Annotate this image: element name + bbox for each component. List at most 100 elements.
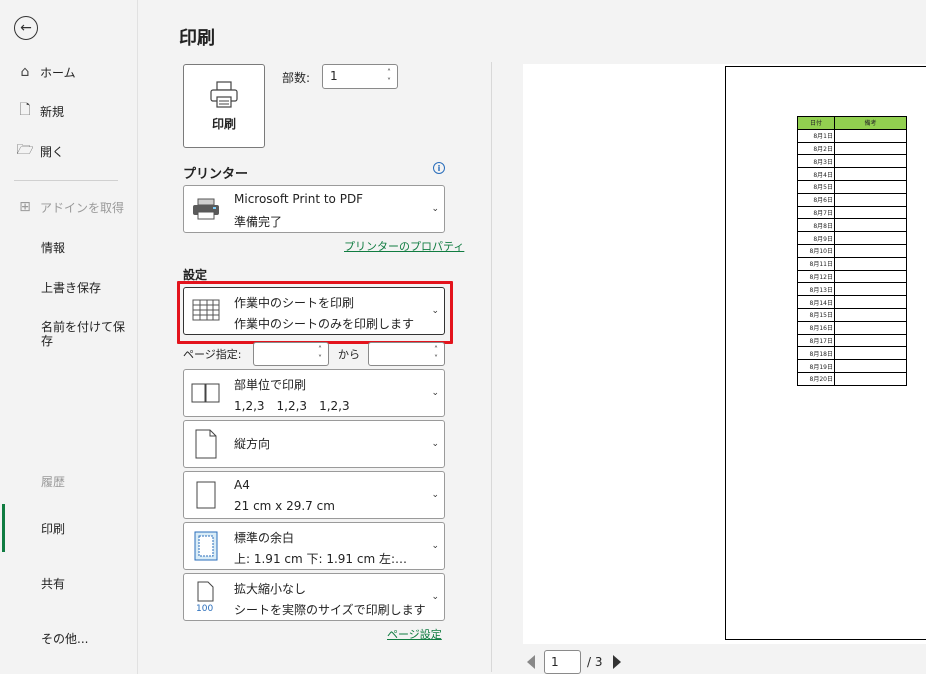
date-cell: 8月7日 [797,205,835,220]
sidebar-item-label: 情報 [41,240,66,255]
current-page-input[interactable]: 1 [544,650,581,674]
margins-subtitle: 上: 1.91 cm 下: 1.91 cm 左:… [234,552,408,566]
collate-dropdown[interactable]: 部単位で印刷 1,2,3 1,2,3 1,2,3 ⌄ [183,369,445,417]
sidebar-item-label: 履歴 [41,474,66,489]
print-button-label: 印刷 [211,116,236,131]
sidebar-item-label: 上書き保存 [41,280,102,295]
table-row: 8月15日 [797,307,907,322]
table-row: 8月16日 [797,320,907,335]
table-row: 8月5日 [797,179,907,194]
stepper-arrows-icon[interactable]: ˄ ˅ [315,343,325,365]
notes-cell [834,141,907,156]
table-row: 8月13日 [797,282,907,297]
notes-cell [834,359,907,373]
sidebar-separator [14,180,118,181]
date-cell: 8月20日 [797,371,835,386]
table-row: 8月4日 [797,167,907,181]
date-cell: 8月6日 [797,192,835,207]
date-cell: 8月1日 [797,128,835,143]
paper-size-title: A4 [234,478,250,492]
margins-title: 標準の余白 [234,531,295,545]
scaling-dropdown[interactable]: 100 拡大縮小なし シートを実際のサイズで印刷します ⌄ [183,573,445,621]
chevron-down-icon: ⌄ [431,592,439,602]
notes-cell [834,269,907,284]
stepper-arrows-icon[interactable]: ˄ ˅ [431,343,441,365]
portrait-page-icon [189,421,223,467]
sidebar-item-print[interactable]: 印刷 [0,504,137,552]
next-page-icon[interactable] [612,655,621,669]
sidebar-item-label: 開く [40,144,65,159]
paper-size-dropdown[interactable]: A4 21 cm x 29.7 cm ⌄ [183,471,445,519]
notes-cell [834,154,907,169]
date-cell: 8月18日 [797,346,835,361]
sidebar-item-more[interactable]: その他... [0,624,137,652]
date-cell: 8月10日 [797,243,835,258]
previous-page-icon[interactable] [527,655,535,669]
print-button[interactable]: 印刷 [183,64,265,148]
home-icon: ⌂ [20,64,30,80]
sidebar-item-label: 印刷 [41,521,66,536]
printer-heading: プリンター [183,167,249,182]
date-cell: 8月3日 [797,154,835,169]
sidebar-item-save[interactable]: 上書き保存 [0,273,137,301]
date-cell: 8月11日 [797,256,835,271]
table-row: 8月1日 [797,128,907,143]
total-pages: / 3 [587,655,603,669]
margins-dropdown[interactable]: 標準の余白 上: 1.91 cm 下: 1.91 cm 左:… ⌄ [183,522,445,570]
date-cell: 8月2日 [797,141,835,156]
table-row: 8月18日 [797,346,907,361]
page-to-input[interactable]: ˄ ˅ [368,342,445,366]
table-row: 8月19日 [797,359,907,373]
table-row: 8月12日 [797,269,907,284]
table-row: 8月20日 [797,371,907,386]
printer-name: Microsoft Print to PDF [234,192,364,206]
date-cell: 8月8日 [797,218,835,233]
sidebar-item-home[interactable]: ⌂ ホーム [0,58,137,86]
date-cell: 8月16日 [797,320,835,335]
chevron-down-icon: ⌄ [431,204,439,214]
notes-cell [834,320,907,335]
date-cell: 8月17日 [797,333,835,348]
highlight-box [177,281,453,344]
collate-subtitle: 1,2,3 1,2,3 1,2,3 [234,399,350,413]
sidebar-item-label: その他... [41,631,89,646]
notes-cell [834,371,907,386]
chevron-down-icon: ⌄ [431,388,439,398]
info-icon[interactable]: i [433,162,445,174]
scaling-subtitle: シートを実際のサイズで印刷します [234,603,426,617]
sidebar-item-open[interactable]: 🗁 開く [0,137,137,165]
notes-cell [834,333,907,348]
page-setup-link[interactable]: ページ設定 [387,626,442,642]
sidebar-item-label: アドインを取得 [40,200,125,215]
notes-cell [834,307,907,322]
sidebar-item-new[interactable]: 🗋 新規 [0,97,137,125]
svg-text:100: 100 [196,604,213,613]
copies-stepper[interactable]: 1 ˄ ˅ [322,64,398,89]
table-row: 8月7日 [797,205,907,220]
table-row: 8月6日 [797,192,907,207]
notes-cell [834,205,907,220]
back-arrow-icon[interactable]: ← [14,16,38,40]
printer-dropdown[interactable]: Microsoft Print to PDF 準備完了 ⌄ [183,185,445,233]
orientation-dropdown[interactable]: 縦方向 ⌄ [183,420,445,468]
table-row: 8月14日 [797,295,907,309]
table-row: 8月2日 [797,141,907,156]
table-row: 8月8日 [797,218,907,233]
chevron-down-icon: ⌄ [431,490,439,500]
printer-device-icon [189,186,223,232]
printer-status: 準備完了 [234,215,283,229]
sidebar-item-label: ホーム [40,65,76,80]
margins-icon [189,523,223,569]
sidebar-item-save-as[interactable]: 名前を付けて保存 [0,320,137,352]
date-cell: 8月19日 [797,359,835,373]
sidebar-item-share[interactable]: 共有 [0,569,137,597]
date-cell: 8月5日 [797,179,835,194]
paper-size-icon [189,472,223,518]
table-header-date: 日付 [797,116,835,130]
notes-cell [834,192,907,207]
notes-cell [834,243,907,258]
stepper-arrows-icon[interactable]: ˄ ˅ [384,65,394,88]
page-from-input[interactable]: ˄ ˅ [253,342,329,366]
sidebar-item-info[interactable]: 情報 [0,233,137,261]
printer-properties-link[interactable]: プリンターのプロパティ [344,238,464,254]
